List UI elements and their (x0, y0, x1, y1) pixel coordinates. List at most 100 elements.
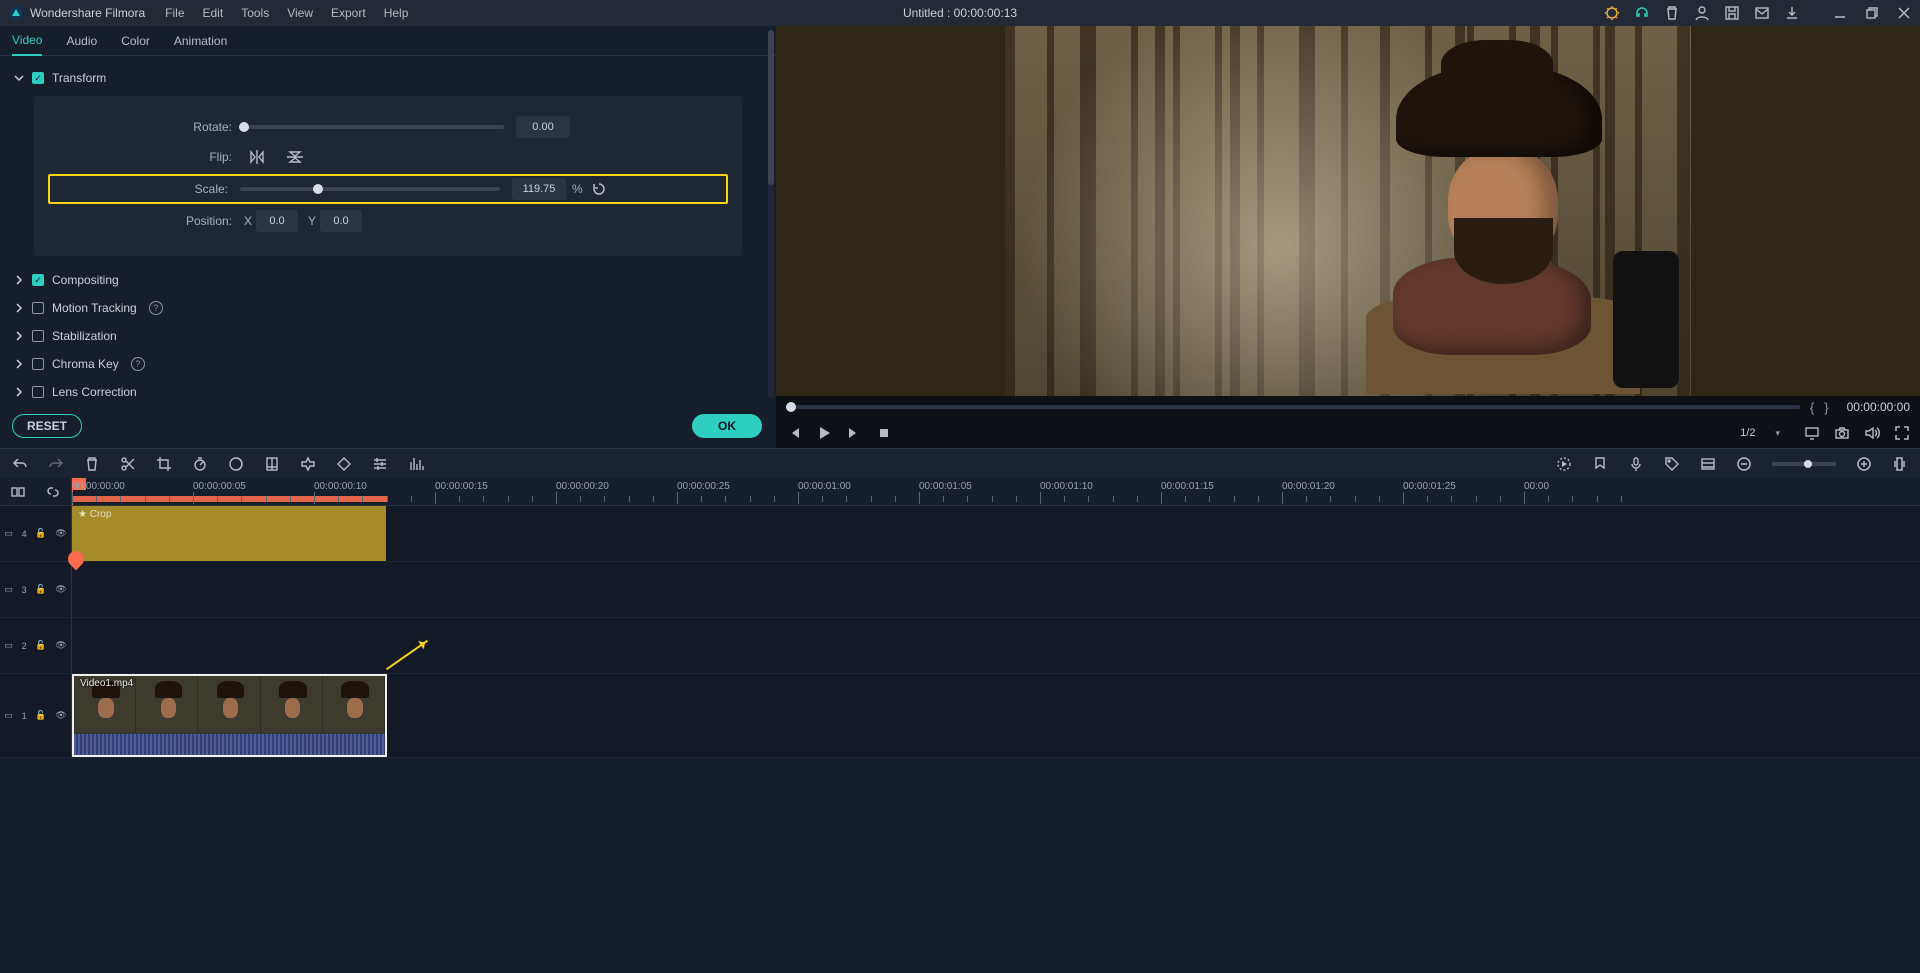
track-icon: ▭ (4, 584, 13, 595)
zoom-to-fit-icon[interactable] (1892, 456, 1908, 472)
preview-scrubber[interactable] (786, 405, 1800, 409)
track-visibility-icon[interactable]: 👁 (55, 710, 66, 721)
transform-checkbox[interactable] (32, 72, 44, 84)
zoom-in-icon[interactable] (1856, 456, 1872, 472)
section-motion-tracking[interactable]: Motion Tracking ? (14, 294, 762, 322)
dropdown-caret-icon[interactable]: ▾ (1775, 428, 1780, 439)
motion-tracking-checkbox[interactable] (32, 302, 44, 314)
compositing-checkbox[interactable] (32, 274, 44, 286)
tab-video[interactable]: Video (12, 26, 42, 56)
track-lock-icon[interactable]: 🔓 (35, 528, 46, 539)
mail-icon[interactable] (1754, 5, 1770, 21)
position-y-value[interactable]: 0.0 (320, 210, 362, 232)
track-lock-icon[interactable]: 🔓 (35, 640, 46, 651)
keyframe-tool-icon[interactable] (300, 456, 316, 472)
auto-ripple-icon[interactable] (10, 484, 26, 500)
timeline-zoom-slider[interactable] (1772, 462, 1836, 466)
window-close-icon[interactable] (1896, 5, 1912, 21)
menu-edit[interactable]: Edit (203, 6, 224, 20)
rotate-slider[interactable] (244, 125, 504, 129)
info-icon[interactable]: ? (131, 357, 145, 371)
menu-help[interactable]: Help (384, 6, 409, 20)
voiceover-icon[interactable] (1628, 456, 1644, 472)
flip-vertical-icon[interactable] (282, 146, 308, 168)
split-icon[interactable] (120, 456, 136, 472)
panel-scrollbar[interactable] (768, 30, 774, 398)
stop-icon[interactable] (876, 425, 892, 441)
track-visibility-icon[interactable]: 👁 (55, 640, 66, 651)
delete-icon[interactable] (84, 456, 100, 472)
timeline-ruler[interactable]: 00:00:00:0000:00:00:0500:00:00:1000:00:0… (72, 478, 1920, 505)
reset-button[interactable]: RESET (12, 414, 82, 438)
menu-export[interactable]: Export (331, 6, 366, 20)
prev-frame-icon[interactable] (786, 425, 802, 441)
lens-correction-checkbox[interactable] (32, 386, 44, 398)
trash-icon[interactable] (1664, 5, 1680, 21)
zoom-out-icon[interactable] (1736, 456, 1752, 472)
account-icon[interactable] (1694, 5, 1710, 21)
timeline-tracks: ▭4 🔓 👁 ★ Crop ▭3 🔓 👁 ▭2 🔓 👁 ▭1 (0, 506, 1920, 758)
mark-out-icon[interactable]: } (1824, 400, 1828, 415)
menu-file[interactable]: File (165, 6, 184, 20)
stabilization-checkbox[interactable] (32, 330, 44, 342)
tab-color[interactable]: Color (121, 27, 150, 55)
position-x-value[interactable]: 0.0 (256, 210, 298, 232)
keyframe-diamond-icon[interactable] (336, 456, 352, 472)
marker-icon[interactable] (1592, 456, 1608, 472)
scale-slider[interactable] (240, 187, 500, 191)
display-settings-icon[interactable] (1804, 425, 1820, 441)
info-icon[interactable]: ? (149, 301, 163, 315)
crop-icon[interactable] (156, 456, 172, 472)
menu-view[interactable]: View (287, 6, 313, 20)
track-manager-icon[interactable] (1700, 456, 1716, 472)
section-chroma-key[interactable]: Chroma Key ? (14, 350, 762, 378)
tab-animation[interactable]: Animation (174, 27, 227, 55)
ok-button[interactable]: OK (692, 414, 762, 438)
save-icon[interactable] (1724, 5, 1740, 21)
preview-canvas[interactable] (776, 26, 1920, 396)
play-icon[interactable] (816, 425, 832, 441)
scale-value[interactable]: 119.75 (512, 178, 566, 200)
track-lock-icon[interactable]: 🔓 (35, 710, 46, 721)
mark-in-icon[interactable]: { (1810, 400, 1814, 415)
section-transform[interactable]: Transform (14, 64, 762, 92)
audio-mixer-icon[interactable] (408, 456, 424, 472)
reset-scale-icon[interactable] (591, 181, 607, 197)
adjust-icon[interactable] (372, 456, 388, 472)
track-visibility-icon[interactable]: 👁 (55, 528, 66, 539)
chroma-key-label: Chroma Key (52, 357, 119, 371)
window-restore-icon[interactable] (1864, 5, 1880, 21)
section-lens-correction[interactable]: Lens Correction (14, 378, 762, 406)
rotate-value[interactable]: 0.00 (516, 116, 570, 138)
window-minimize-icon[interactable] (1832, 5, 1848, 21)
ruler-label: 00:00:00:25 (677, 481, 730, 492)
track-lock-icon[interactable]: 🔓 (35, 584, 46, 595)
preview-zoom-value[interactable]: 1/2 (1740, 427, 1761, 439)
track-visibility-icon[interactable]: 👁 (55, 584, 66, 595)
download-icon[interactable] (1784, 5, 1800, 21)
flip-label: Flip: (54, 150, 244, 164)
link-icon[interactable] (45, 484, 61, 500)
tab-audio[interactable]: Audio (66, 27, 97, 55)
preview-timecode: 00:00:00:00 (1847, 400, 1910, 414)
snapshot-icon[interactable] (1834, 425, 1850, 441)
clip-video[interactable]: Video1.mp4 (72, 674, 387, 757)
color-icon[interactable] (228, 456, 244, 472)
green-screen-icon[interactable] (264, 456, 280, 472)
speed-icon[interactable] (192, 456, 208, 472)
tips-icon[interactable] (1604, 5, 1620, 21)
next-frame-icon[interactable] (846, 425, 862, 441)
fullscreen-icon[interactable] (1894, 425, 1910, 441)
section-compositing[interactable]: Compositing (14, 266, 762, 294)
volume-icon[interactable] (1864, 425, 1880, 441)
section-stabilization[interactable]: Stabilization (14, 322, 762, 350)
chroma-key-checkbox[interactable] (32, 358, 44, 370)
undo-icon[interactable] (12, 456, 28, 472)
flip-horizontal-icon[interactable] (244, 146, 270, 168)
clip-crop[interactable]: ★ Crop (72, 506, 387, 561)
redo-icon[interactable] (48, 456, 64, 472)
menu-tools[interactable]: Tools (241, 6, 269, 20)
support-icon[interactable] (1634, 5, 1650, 21)
render-icon[interactable] (1556, 456, 1572, 472)
tag-icon[interactable] (1664, 456, 1680, 472)
